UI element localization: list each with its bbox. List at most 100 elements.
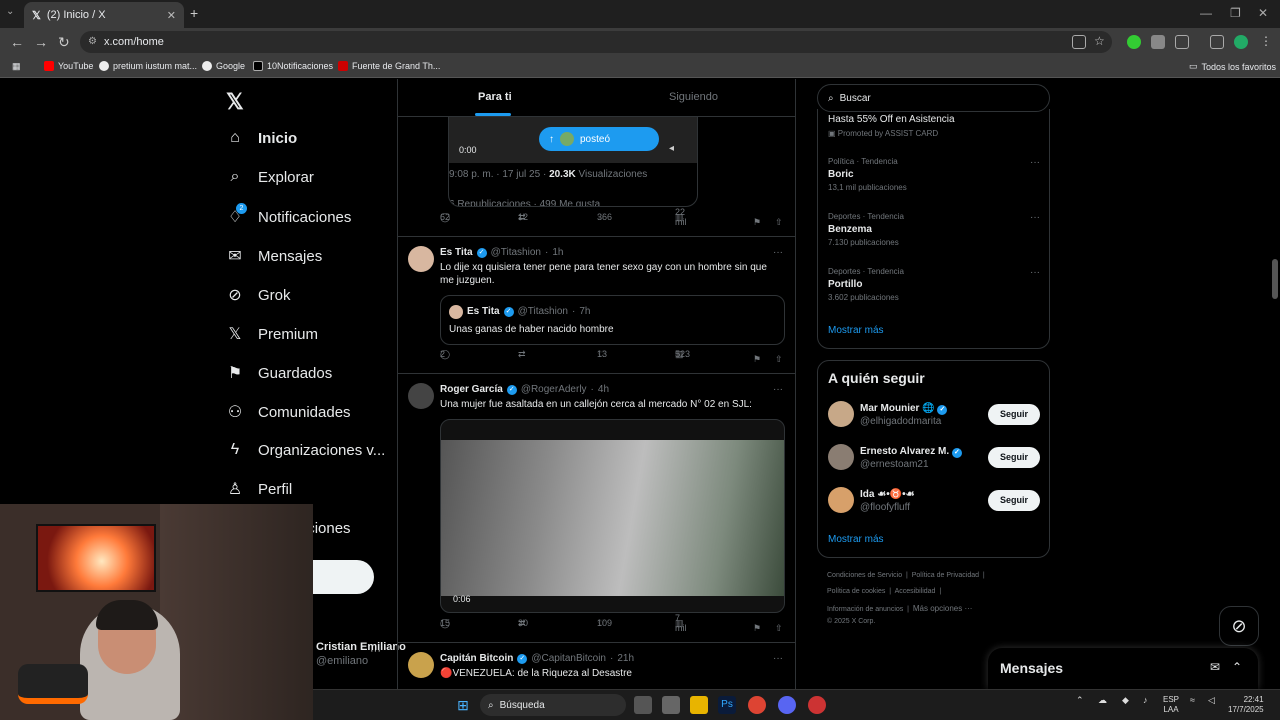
nav-explore[interactable]: ⌕ Explorar — [226, 168, 314, 186]
minimize-icon[interactable]: — — [1200, 6, 1212, 20]
x-logo-icon[interactable]: 𝕏 — [226, 89, 244, 115]
onedrive-icon[interactable]: ☁ — [1098, 695, 1107, 705]
security-icon[interactable]: ◆ — [1122, 695, 1129, 705]
author-name[interactable]: Roger García — [440, 384, 503, 395]
more-icon[interactable]: ··· — [773, 384, 783, 395]
follow-suggestion[interactable]: Ernesto Alvarez M. ✓ @ernestoam21 Seguir — [828, 444, 1040, 474]
maximize-icon[interactable]: ❐ — [1230, 6, 1241, 20]
extensions-puzzle-icon[interactable] — [1175, 35, 1189, 49]
mic-icon[interactable]: ♪ — [1143, 695, 1148, 705]
forward-icon[interactable]: → — [34, 34, 48, 50]
reload-icon[interactable]: ↻ — [58, 34, 70, 51]
avatar[interactable] — [408, 383, 434, 409]
file-explorer-icon[interactable] — [690, 696, 708, 714]
avatar[interactable] — [408, 246, 434, 272]
more-icon[interactable]: ··· — [1030, 212, 1040, 223]
bookmark-youtube[interactable]: YouTube — [44, 61, 93, 71]
clock[interactable]: 22:41 17/7/2025 — [1228, 695, 1264, 715]
follow-suggestion[interactable]: Mar Mounier 🌐 ✓ @elhigadodmarita Seguir — [828, 401, 1040, 431]
trend-item[interactable]: Deportes · Tendencia Benzema 7.130 publi… — [828, 212, 1040, 247]
grok-fab-button[interactable]: ⊘ — [1219, 606, 1259, 646]
quoted-tweet[interactable]: Es Tita ✓ @Titashion · 7h Unas ganas de ha… — [440, 295, 785, 345]
follow-button[interactable]: Seguir — [988, 490, 1040, 511]
close-tab-icon[interactable]: ✕ — [167, 9, 176, 22]
reading-list-icon[interactable] — [1210, 35, 1224, 49]
volume-icon[interactable]: ◁ — [1208, 695, 1215, 705]
nav-communities[interactable]: ⚇ Comunidades — [226, 402, 351, 422]
posted-pill-button[interactable]: ↑ posteó — [539, 127, 659, 151]
tab-for-you[interactable]: Para ti — [478, 91, 512, 103]
wifi-icon[interactable]: ≈ — [1190, 695, 1195, 705]
photoshop-icon[interactable]: Ps — [718, 696, 736, 714]
profile-avatar[interactable] — [1234, 35, 1248, 49]
tray-chevron-icon[interactable]: ⌃ — [1076, 695, 1084, 705]
video-card[interactable]: 0:00 ↑ posteó ◂ 9:08 p. m. · 17 jul 25 ·… — [448, 117, 698, 207]
nav-profile[interactable]: ♙ Perfil — [226, 479, 292, 499]
new-tab-icon[interactable]: + — [190, 5, 198, 21]
language-indicator[interactable]: ESP LAA — [1163, 695, 1179, 715]
more-icon[interactable]: ··· — [1030, 267, 1040, 278]
author-name[interactable]: Capitán Bitcoin — [440, 653, 513, 664]
show-more-trends-link[interactable]: Mostrar más — [828, 325, 884, 336]
bookmark-post-icon[interactable]: ⚑ — [753, 623, 761, 634]
taskbar-search[interactable]: ⌕ Búsqueda — [480, 694, 626, 716]
bookmark-notificaciones[interactable]: 10Notificaciones — [253, 61, 333, 71]
author-handle[interactable]: @CapitanBitcoin — [531, 653, 606, 664]
tweet-time[interactable]: 1h — [552, 247, 563, 258]
nav-organizations[interactable]: ϟ Organizaciones v... — [226, 441, 386, 459]
avatar[interactable] — [408, 652, 434, 678]
tweet-time[interactable]: 21h — [617, 653, 634, 664]
share-icon[interactable]: ⇧ — [775, 623, 783, 634]
bookmark-post-icon[interactable]: ⚑ — [753, 217, 761, 228]
more-icon[interactable]: ··· — [773, 653, 783, 664]
chrome-icon[interactable] — [748, 696, 766, 714]
tab-following[interactable]: Siguiendo — [669, 91, 718, 103]
more-icon[interactable]: ··· — [773, 247, 783, 258]
nav-premium[interactable]: 𝕏 Premium — [226, 324, 318, 344]
share-icon[interactable]: ⇧ — [775, 354, 783, 365]
browser-menu-icon[interactable]: ⋮ — [1260, 34, 1272, 48]
windows-start-icon[interactable]: ⊞ — [454, 696, 472, 714]
trend-item[interactable]: Deportes · Tendencia Portillo 3.602 publ… — [828, 267, 1040, 302]
extension-icon[interactable] — [1151, 35, 1165, 49]
browser-tab[interactable]: 𝕏 (2) Inicio / X ✕ — [24, 2, 184, 28]
extension-green-icon[interactable] — [1127, 35, 1141, 49]
promo-title[interactable]: Hasta 55% Off en Asistencia — [828, 114, 955, 125]
close-window-icon[interactable]: ✕ — [1258, 6, 1268, 20]
trend-item[interactable]: Política · Tendencia Boric 13,1 mil publ… — [828, 157, 1040, 192]
nav-home[interactable]: ⌂ Inicio — [226, 129, 297, 147]
bookmark-grand-theft[interactable]: Fuente de Grand Th... — [338, 61, 440, 71]
all-bookmarks[interactable]: ▭ Todos los favoritos — [1189, 61, 1276, 72]
app-icon[interactable] — [662, 696, 680, 714]
tab-search-icon[interactable]: ⌄ — [6, 6, 14, 17]
tweet-time[interactable]: 4h — [598, 384, 609, 395]
search-input[interactable]: ⌕ Buscar — [817, 84, 1050, 112]
discord-icon[interactable] — [778, 696, 796, 714]
new-message-icon[interactable]: ✉ — [1210, 660, 1220, 674]
bookmark-star-icon[interactable]: ☆ — [1094, 34, 1105, 48]
back-icon[interactable]: ← — [10, 34, 24, 50]
author-name[interactable]: Es Tita — [440, 247, 473, 258]
more-icon[interactable]: ··· — [1030, 157, 1040, 168]
mute-icon[interactable]: ◂ — [669, 143, 674, 154]
share-icon[interactable]: ⇧ — [775, 217, 783, 228]
author-handle[interactable]: @RogerAderly — [521, 384, 587, 395]
task-view-icon[interactable] — [634, 696, 652, 714]
expand-icon[interactable]: ⌃ — [1232, 660, 1242, 674]
bookmark-post-icon[interactable]: ⚑ — [753, 354, 761, 365]
site-info-icon[interactable]: ⚙ — [88, 36, 97, 47]
nav-grok[interactable]: ⊘ Grok — [226, 285, 290, 305]
bookmark-google[interactable]: Google — [202, 61, 245, 71]
show-more-follow-link[interactable]: Mostrar más — [828, 534, 884, 545]
scrollbar[interactable] — [1272, 259, 1278, 299]
follow-suggestion[interactable]: Ida ☙•♉•☙ @floofyfluff Seguir — [828, 487, 1040, 517]
app-icon[interactable] — [808, 696, 826, 714]
nav-bookmarks[interactable]: ⚑ Guardados — [226, 363, 332, 383]
nav-notifications[interactable]: ♢ 2 Notificaciones — [226, 203, 351, 227]
install-app-icon[interactable] — [1072, 35, 1086, 49]
follow-button[interactable]: Seguir — [988, 404, 1040, 425]
bookmark-pretium[interactable]: pretium iustum mat... — [99, 61, 197, 71]
apps-grid-icon[interactable]: ▦ — [12, 61, 21, 72]
nav-messages[interactable]: ✉ Mensajes — [226, 246, 322, 266]
tweet-video[interactable]: 0:06 — [440, 419, 785, 613]
